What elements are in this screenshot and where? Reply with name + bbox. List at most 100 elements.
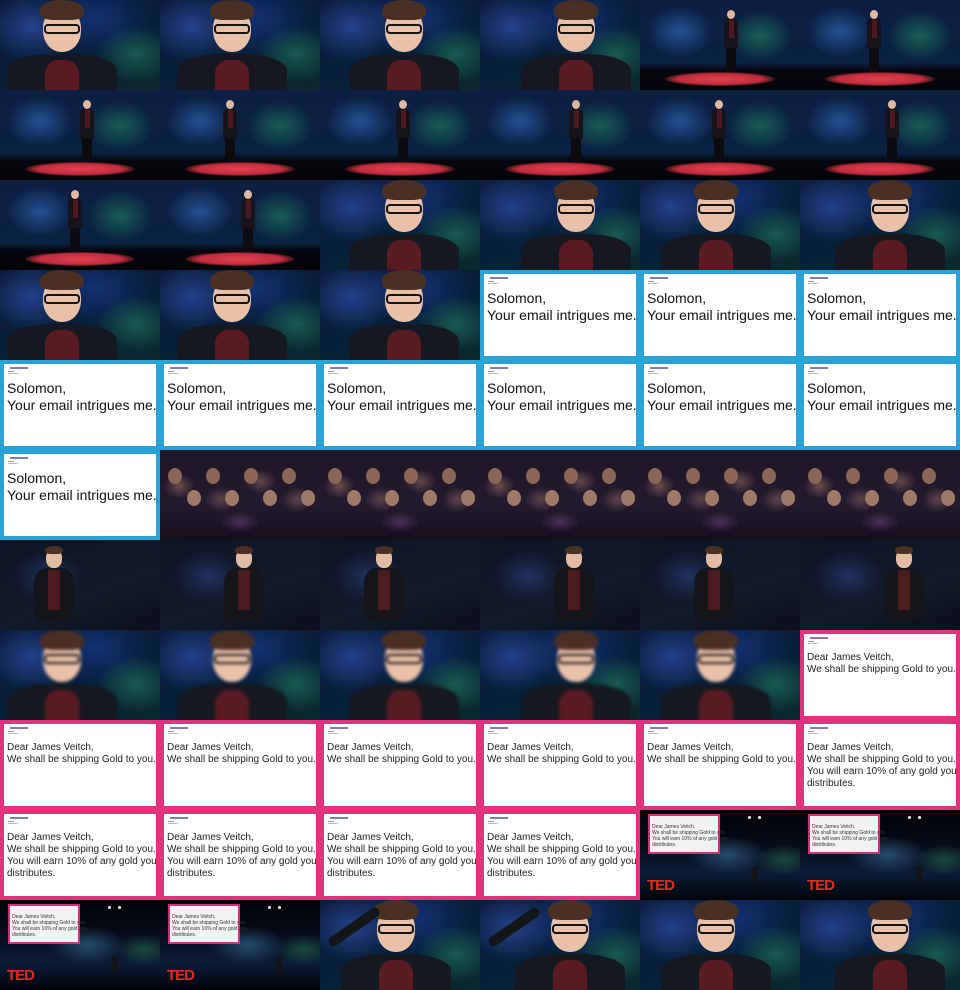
audience-member-head	[244, 468, 258, 484]
email-header-bar	[10, 457, 28, 459]
email-line-1: Dear James Veitch,	[327, 742, 414, 753]
stage-screen-line-4: distributes.	[652, 842, 677, 848]
speaker-legs	[243, 228, 253, 252]
speaker-shirt	[45, 690, 79, 720]
speaker-hair	[375, 546, 393, 554]
speaker-shirt	[379, 960, 413, 990]
speaker-mid-figure	[160, 540, 320, 630]
email-body-text: Dear James Veitch, We shall be shipping G…	[647, 742, 796, 766]
email-line-1: Dear James Veitch,	[807, 652, 894, 663]
ted-logo: TED	[167, 967, 195, 984]
video-frame-closeup-blur	[0, 630, 160, 720]
video-frame-closeup-blur	[640, 630, 800, 720]
email-body-text: Dear James Veitch, We shall be shipping G…	[167, 742, 316, 766]
audience-member-head	[366, 468, 380, 484]
speaker-legs	[225, 138, 235, 162]
email-body-text: Solomon, Your email intrigues me.	[7, 380, 157, 414]
email-line-1: Dear James Veitch,	[487, 742, 574, 753]
speaker-hair	[382, 270, 426, 290]
email-header-line	[808, 731, 814, 732]
email-header-line	[808, 733, 818, 734]
speaker-shirt	[400, 110, 406, 128]
email-body-text: Dear James Veitch, We shall be shipping G…	[167, 832, 317, 880]
email-slide-gold: Dear James Veitch, We shall be shipping G…	[320, 720, 480, 810]
speaker-hair	[235, 546, 253, 554]
speaker-closeup	[0, 0, 142, 90]
email-slide-gold: Dear James Veitch, We shall be shipping G…	[160, 720, 320, 810]
stage-light	[268, 906, 271, 909]
speaker-hair	[565, 546, 583, 554]
email-header-line	[808, 371, 814, 372]
email-body-text: Solomon, Your email intrigues me.	[327, 380, 477, 414]
email-slide-page: Solomon, Your email intrigues me.	[164, 364, 317, 446]
speaker-shirt	[227, 110, 233, 128]
stage-light	[908, 816, 911, 819]
audience-member-head	[922, 468, 936, 484]
speaker-closeup	[324, 630, 480, 720]
speaker-closeup	[640, 630, 796, 720]
speaker-hair	[694, 180, 738, 200]
speaker-glasses	[386, 654, 422, 664]
speaker-head	[226, 100, 234, 109]
video-frame-closeup-wave	[480, 900, 640, 990]
video-frame-closeup-blur	[160, 630, 320, 720]
stage-screen-text: Dear James Veitch, We shall be shipping G…	[812, 824, 887, 848]
audience-member-head	[705, 490, 719, 506]
email-body-text: Solomon, Your email intrigues me.	[167, 380, 317, 414]
email-line-2: We shall be shipping Gold to you.	[647, 754, 796, 765]
video-frame-audience	[480, 450, 640, 540]
audience-member-head	[423, 490, 437, 506]
video-frame-audience	[160, 450, 320, 540]
speaker-full-figure	[160, 90, 320, 180]
video-frame-closeup	[640, 900, 800, 990]
email-line-1: Solomon,	[807, 380, 867, 396]
email-line-1: Dear James Veitch,	[487, 832, 574, 843]
speaker-full-figure	[800, 0, 960, 90]
speaker-on-stage	[916, 866, 922, 882]
speaker-hair	[705, 546, 723, 554]
email-slide-page: Dear James Veitch, We shall be shipping G…	[484, 814, 637, 896]
speaker-hair	[40, 630, 84, 650]
email-body-text: Solomon, Your email intrigues me.	[7, 470, 157, 504]
video-frame-closeup	[480, 180, 640, 270]
speaker-full-figure	[160, 180, 320, 270]
speaker-closeup	[496, 630, 640, 720]
speaker-full-figure	[480, 90, 640, 180]
speaker-on-stage	[112, 956, 118, 972]
email-line-1: Solomon,	[7, 470, 67, 486]
speaker-shirt	[45, 330, 79, 360]
speaker-on-stage	[752, 866, 758, 882]
email-header-line	[648, 731, 654, 732]
email-line-2: We shall be shipping Gold to you.	[7, 754, 156, 765]
email-line-2: Your email intrigues me.	[167, 397, 317, 413]
speaker-full-figure	[800, 90, 960, 180]
speaker-glasses	[698, 924, 734, 934]
email-body-text: Dear James Veitch, We shall be shipping G…	[807, 652, 956, 676]
speaker-on-stage	[276, 956, 282, 972]
speaker-legs	[726, 48, 736, 72]
email-line-4: distributes.	[487, 868, 536, 879]
email-line-4: distributes.	[327, 868, 376, 879]
speaker-hair	[382, 180, 426, 200]
email-header-line	[8, 733, 18, 734]
speaker-head	[727, 10, 735, 19]
email-header-bar	[10, 817, 28, 819]
email-body-text: Dear James Veitch, We shall be shipping G…	[807, 742, 957, 790]
email-header-line	[488, 733, 498, 734]
stage-light	[118, 906, 121, 909]
email-header-line	[488, 821, 494, 822]
email-slide-gold: Dear James Veitch, We shall be shipping G…	[640, 720, 800, 810]
audience-member-head	[602, 468, 616, 484]
speaker-shirt	[871, 20, 877, 38]
email-header-line	[648, 281, 654, 282]
email-line-2: We shall be shipping Gold to you.	[327, 754, 476, 765]
video-frame-audience	[800, 450, 960, 540]
email-line-2: Your email intrigues me.	[647, 397, 797, 413]
speaker-shirt	[728, 20, 734, 38]
email-line-2: We shall be shipping Gold to you.	[487, 754, 636, 765]
email-line-1: Dear James Veitch,	[327, 832, 414, 843]
speaker-glasses	[386, 294, 422, 304]
email-header-bar	[810, 727, 828, 729]
email-header-line	[808, 281, 814, 282]
speaker-hair	[868, 180, 912, 200]
